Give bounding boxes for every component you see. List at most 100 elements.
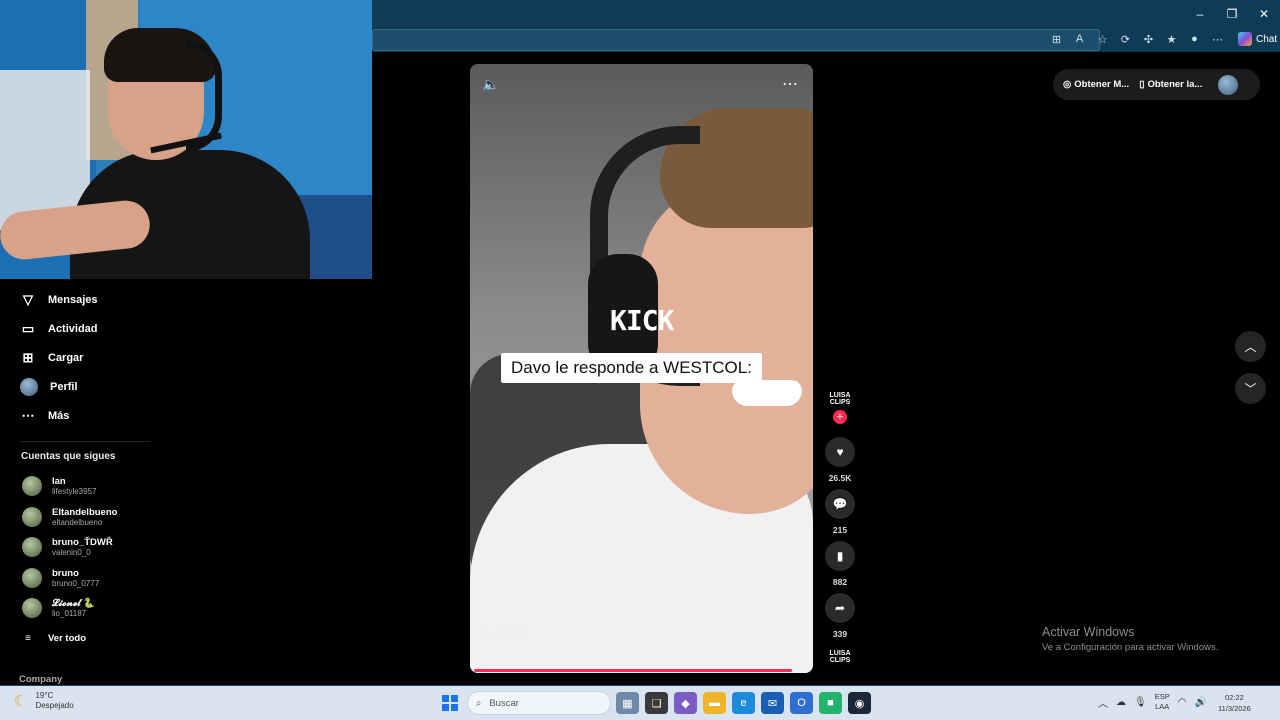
copilot-icon [1238,32,1252,46]
comment-icon[interactable]: 💬 [825,489,855,519]
weather-widget[interactable]: ☾ 19°C Despejado [14,691,74,711]
app-green-icon[interactable]: ■ [819,692,842,714]
close-button[interactable]: ✕ [1248,0,1280,28]
language-code: ESP [1154,692,1170,701]
follow-handle: lifestyle3957 [52,486,97,496]
list-item[interactable]: 𝓛𝓲𝓸𝓷𝓮𝓵 🐍 lio_01187 [22,595,95,621]
favorite-star-icon[interactable]: ☆ [1094,30,1111,48]
list-item[interactable]: Ian lifestyle3957 [22,473,96,499]
like-action[interactable]: ♥ 26.5K [821,437,859,483]
microphone-icon[interactable]: 🎙 [1134,697,1147,708]
creator-avatar[interactable]: LUISA CLIPS + [821,392,859,424]
list-item[interactable]: bruno bruno0_0777 [22,565,99,591]
edge-icon[interactable]: e [732,692,755,714]
sidebar-item-label: Actividad [48,323,98,335]
sidebar-item-cargar[interactable]: ⊞ Cargar [20,348,84,368]
share-count: 339 [832,629,848,639]
taskbar-search[interactable]: ⌕ Buscar [467,691,611,715]
follow-name: Ian [52,475,66,487]
activation-title: Activar Windows [1042,625,1135,639]
avatar [20,378,38,396]
start-button[interactable] [442,695,458,711]
windows-activation-watermark: Activar Windows Ve a Configuración para … [1042,625,1218,653]
video-progress-bar[interactable] [474,669,792,672]
volume-icon[interactable]: 🔊 [1194,697,1206,708]
steam-icon[interactable]: ◉ [848,692,871,714]
video-player[interactable]: KICK Davo le responde a WESTCOL: 🔈 ⋯ lui… [470,64,813,673]
chat-label: Chat [1256,33,1278,45]
clock[interactable]: 02:22 11/3/2026 [1218,692,1251,714]
store-icon[interactable]: ◆ [674,692,697,714]
see-all-label: Ver todo [48,632,87,644]
upload-icon: ⊞ [22,350,34,365]
comment-action[interactable]: 💬 215 [821,489,859,535]
follow-name: bruno [52,567,79,579]
sidebar-item-mas[interactable]: ⋯ Más [20,406,70,426]
language-indicator[interactable]: ESP LAA [1155,692,1170,712]
app-available-icon[interactable]: ⊞ [1048,30,1065,48]
system-tray: ︿ ☁ 🎙 ESP LAA ◠ 🔊 [1098,692,1207,712]
avatar [22,598,42,618]
weather-condition: Despejado [35,701,74,710]
search-highlight-icon[interactable]: ▦ [616,692,639,714]
copilot-chat-button[interactable]: Chat [1238,32,1277,46]
clock-date: 11/3/2026 [1218,704,1251,713]
list-icon: ≡ [25,632,31,644]
sidebar-item-label: Más [48,410,70,422]
comment-count: 215 [832,525,848,535]
moon-icon: ☾ [14,693,28,710]
sound-disc[interactable]: LUISA CLIPS [821,650,859,666]
onedrive-icon[interactable]: ☁ [1116,697,1126,708]
next-video-button[interactable]: ﹀ [1235,373,1266,404]
chevron-down-icon: ﹀ [1244,382,1257,396]
company-link[interactable]: Company [19,674,62,685]
volume-icon[interactable]: 🔈 [482,76,499,93]
webcam-overlay [0,0,372,279]
get-app-bar: ◎ Obtener M... ▯ Obtener la... [1053,69,1260,100]
activation-subtitle: Ve a Configuración para activar Windows. [1042,642,1219,653]
mail-icon[interactable]: ✉ [761,692,784,714]
video-hashtags[interactable]: #argentinaᴬᴿᴬᴿ #davo #davooxeneize @davo… [478,650,706,661]
wifi-icon[interactable]: ◠ [1178,697,1187,708]
avatar[interactable] [1218,74,1239,95]
task-view-icon[interactable]: ❏ [645,692,668,714]
sidebar-item-mensajes[interactable]: ▽ Mensajes [20,290,98,310]
get-mobile-app-button[interactable]: ▯ Obtener la... [1139,79,1202,90]
browser-toolbar: ⊞ A ☆ ⟳ ✣ ★ ● ⋯ Chat [1048,30,1277,48]
previous-video-button[interactable]: ︿ [1235,331,1266,362]
save-action[interactable]: ▮ 882 [821,541,859,587]
phone-icon: ▯ [1139,79,1145,90]
favorites-icon[interactable]: ★ [1163,30,1180,48]
video-author[interactable]: luisaclips1 [478,627,529,639]
menu-dots-icon[interactable]: ⋯ [1209,30,1226,48]
extensions-icon[interactable]: ✣ [1140,30,1157,48]
more-options-icon[interactable]: ⋯ [782,74,799,94]
minimize-button[interactable]: – [1184,0,1216,28]
restore-button[interactable]: ❐ [1216,0,1248,28]
avatar [22,507,42,527]
chevron-up-icon[interactable]: ︿ [1098,695,1108,710]
sidebar-item-actividad[interactable]: ▭ Actividad [20,319,98,339]
creator-badge: LUISA CLIPS [829,392,851,406]
url-field[interactable] [372,29,1100,51]
refresh-icon[interactable]: ⟳ [1117,30,1134,48]
get-app-button[interactable]: ◎ Obtener M... [1063,79,1129,90]
heart-icon[interactable]: ♥ [825,437,855,467]
profile-avatar[interactable]: ● [1186,30,1203,48]
follow-name: 𝓛𝓲𝓸𝓷𝓮𝓵 🐍 [52,597,96,609]
see-all-link[interactable]: ≡ Ver todo [20,628,86,648]
sidebar-item-perfil[interactable]: Perfil [20,377,78,397]
list-item[interactable]: bruno_ŤDWŘ valenin0_0 [22,534,113,560]
get-mobile-label: Obtener la... [1147,79,1203,90]
kick-logo: KICK [610,304,674,337]
file-explorer-icon[interactable]: ▬ [703,692,726,714]
outlook-icon[interactable]: O [790,692,813,714]
follow-plus-icon[interactable]: + [833,410,847,424]
bookmark-icon[interactable]: ▮ [825,541,855,571]
list-item[interactable]: Eltandelbueno eltandelbueno [22,504,117,530]
share-icon[interactable]: ➦ [825,593,855,623]
divider [20,441,150,442]
more-icon: ⋯ [21,408,35,423]
share-action[interactable]: ➦ 339 [821,593,859,639]
translate-icon[interactable]: A [1071,30,1088,48]
